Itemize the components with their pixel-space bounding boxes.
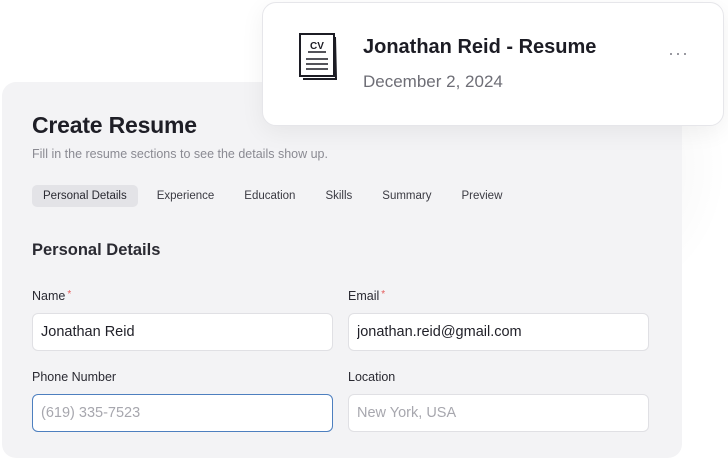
phone-label: Phone Number <box>32 370 117 384</box>
section-title: Personal Details <box>32 241 161 259</box>
required-marker: * <box>67 289 72 300</box>
resume-card-date: December 2, 2024 <box>363 72 503 91</box>
name-input[interactable] <box>32 313 333 351</box>
name-label-text: Name <box>32 289 66 303</box>
tab-experience[interactable]: Experience <box>146 185 226 207</box>
required-marker: * <box>381 289 386 300</box>
email-label-text: Email <box>348 289 380 303</box>
tab-summary[interactable]: Summary <box>371 185 442 207</box>
more-options-icon[interactable]: ··· <box>668 43 689 64</box>
email-label: Email * <box>348 289 385 303</box>
resume-card-title: Jonathan Reid - Resume <box>363 36 597 58</box>
location-input[interactable] <box>348 394 649 432</box>
tab-preview[interactable]: Preview <box>450 185 513 207</box>
location-label: Location <box>348 370 396 384</box>
cv-document-icon: CV <box>299 33 337 80</box>
phone-input[interactable] <box>32 394 333 432</box>
resume-card[interactable]: CV Jonathan Reid - Resume December 2, 20… <box>262 2 724 126</box>
section-tabs: Personal Details Experience Education Sk… <box>32 185 521 207</box>
page-title: Create Resume <box>32 112 197 138</box>
tab-personal-details[interactable]: Personal Details <box>32 185 138 207</box>
tab-education[interactable]: Education <box>233 185 306 207</box>
cv-icon-text: CV <box>310 41 324 52</box>
page-subtitle: Fill in the resume sections to see the d… <box>32 147 328 161</box>
tab-skills[interactable]: Skills <box>314 185 363 207</box>
email-input[interactable] <box>348 313 649 351</box>
name-label: Name * <box>32 289 71 303</box>
